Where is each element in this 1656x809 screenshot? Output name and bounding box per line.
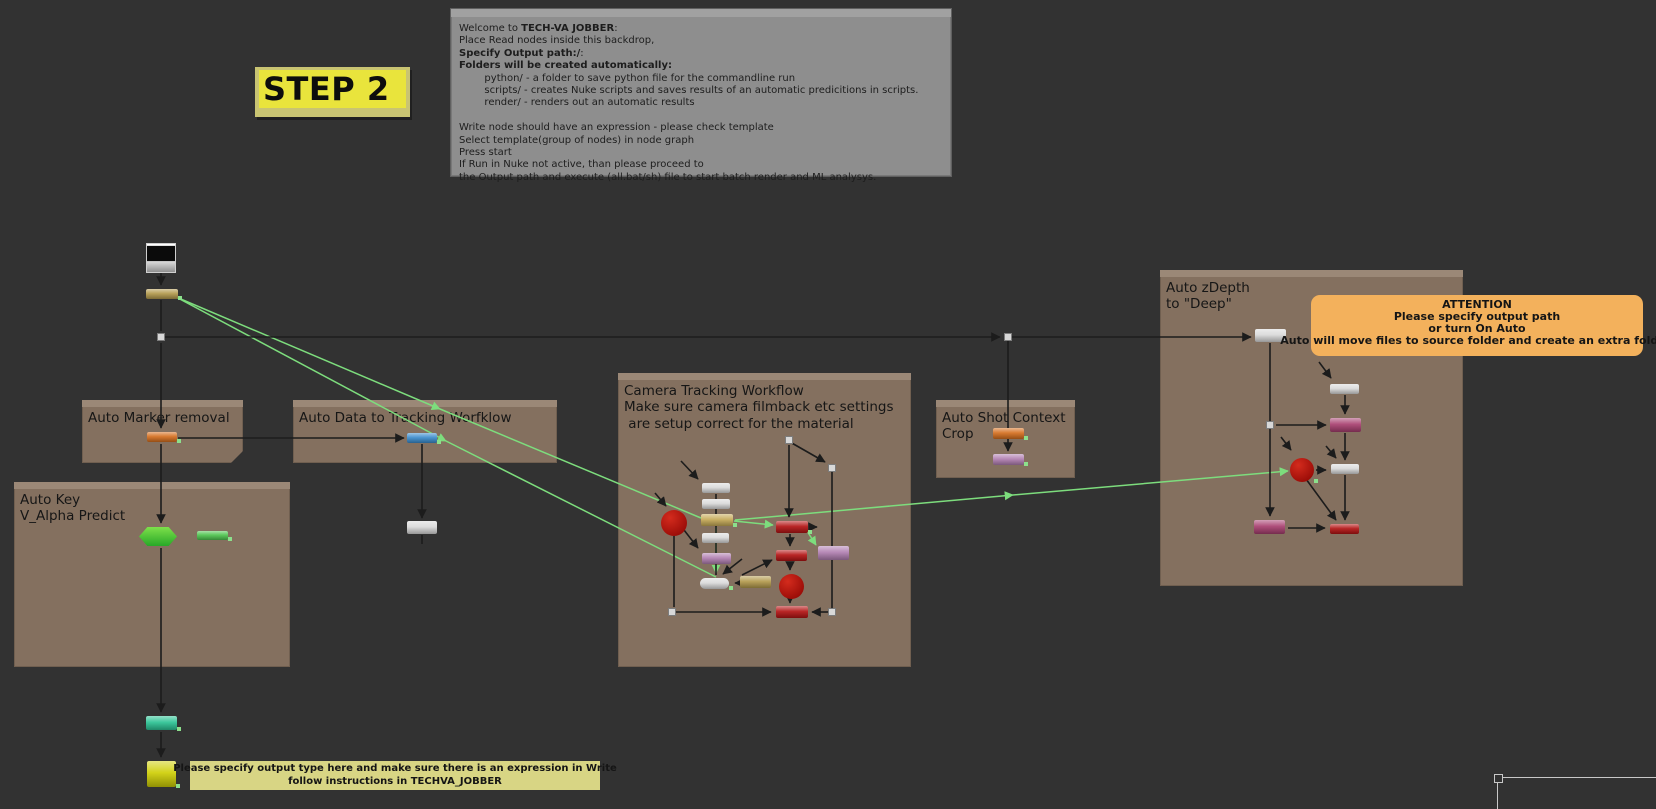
cam-purple-node-right[interactable] [818, 546, 849, 560]
tracking-output-node[interactable] [407, 521, 437, 534]
offscreen-backdrop-handle[interactable] [1494, 774, 1503, 783]
offscreen-backdrop-outline[interactable] [1497, 777, 1656, 809]
cam-red-sphere-right[interactable] [779, 574, 804, 599]
marker-removal-node[interactable] [147, 432, 177, 442]
backdrop-auto-key[interactable]: Auto KeyV_Alpha Predict [14, 482, 290, 667]
alpha-predict-side-node[interactable] [197, 531, 228, 540]
attention-note-text: ATTENTIONPlease specify output pathor tu… [1262, 299, 1656, 347]
backdrop-label: Auto Data to Tracking Worfklow [293, 407, 557, 429]
cam-pill-node[interactable] [700, 578, 729, 589]
cam-red-node-2[interactable] [776, 550, 807, 561]
zdepth-white-node-2[interactable] [1331, 464, 1359, 474]
nuke-node-graph[interactable]: Welcome to TECH-VA JOBBER:Place Read nod… [0, 0, 1656, 809]
attention-note[interactable]: ATTENTIONPlease specify output pathor tu… [1311, 295, 1643, 356]
cam-stack-node-2[interactable] [702, 499, 730, 509]
backdrop-techva-jobber-info[interactable]: Welcome to TECH-VA JOBBER:Place Read nod… [450, 8, 952, 177]
zdepth-red-sphere[interactable] [1290, 458, 1314, 482]
backdrop-header[interactable] [1160, 270, 1463, 277]
source-khaki-node[interactable] [146, 289, 178, 299]
backdrop-header[interactable] [82, 400, 243, 407]
cam-stack-node-1[interactable] [702, 483, 730, 493]
dot-connector-cam-bl[interactable] [668, 608, 676, 616]
step2-backdrop[interactable]: STEP 2 [255, 67, 410, 117]
dot-connector-zdepth[interactable] [1266, 421, 1274, 429]
dot-connector-left[interactable] [157, 333, 165, 341]
backdrop-auto-data-tracking[interactable]: Auto Data to Tracking Worfklow [293, 400, 557, 463]
shot-crop-node[interactable] [993, 428, 1024, 439]
backdrop-header[interactable] [451, 9, 951, 17]
dot-connector-shot[interactable] [1004, 333, 1012, 341]
zdepth-white-node-1[interactable] [1330, 384, 1359, 394]
dot-connector-cam-right[interactable] [828, 464, 836, 472]
step2-label: STEP 2 [259, 70, 406, 108]
teal-node[interactable] [146, 716, 177, 730]
dot-connector-cam-br[interactable] [828, 608, 836, 616]
cam-red-sphere-left[interactable] [661, 510, 687, 536]
shot-context-node[interactable] [993, 454, 1024, 465]
zdepth-magenta-node-1[interactable] [1330, 418, 1361, 432]
cam-stack-node-3[interactable] [702, 533, 729, 543]
backdrop-label: Camera Tracking WorkflowMake sure camera… [618, 380, 911, 435]
zdepth-magenta-node-2[interactable] [1254, 520, 1285, 534]
backdrop-header[interactable] [293, 400, 557, 407]
backdrop-label: Auto Marker removal [82, 407, 243, 429]
zdepth-deep-write-node[interactable] [1330, 524, 1359, 534]
backdrop-label: Auto KeyV_Alpha Predict [14, 489, 290, 528]
write-instructions-note[interactable]: Please specify output type here and make… [190, 761, 600, 790]
write-instructions-text: Please specify output type here and make… [155, 762, 635, 788]
tracking-data-node[interactable] [407, 433, 437, 443]
dot-connector-cam-top[interactable] [785, 436, 793, 444]
cam-red-node-1[interactable] [776, 521, 808, 533]
backdrop-label: Auto Shot ContextCrop [936, 407, 1075, 446]
read-node[interactable] [146, 243, 176, 273]
cam-khaki-node[interactable] [740, 576, 771, 588]
camera-tracker-node[interactable] [701, 514, 733, 526]
techva-jobber-instructions: Welcome to TECH-VA JOBBER:Place Read nod… [451, 17, 951, 190]
backdrop-header[interactable] [14, 482, 290, 489]
cam-red-node-3[interactable] [776, 606, 808, 618]
backdrop-header[interactable] [936, 400, 1075, 407]
cam-purple-node[interactable] [702, 553, 731, 564]
backdrop-header[interactable] [618, 373, 911, 380]
backdrop-auto-shot-context-crop[interactable]: Auto Shot ContextCrop [936, 400, 1075, 478]
